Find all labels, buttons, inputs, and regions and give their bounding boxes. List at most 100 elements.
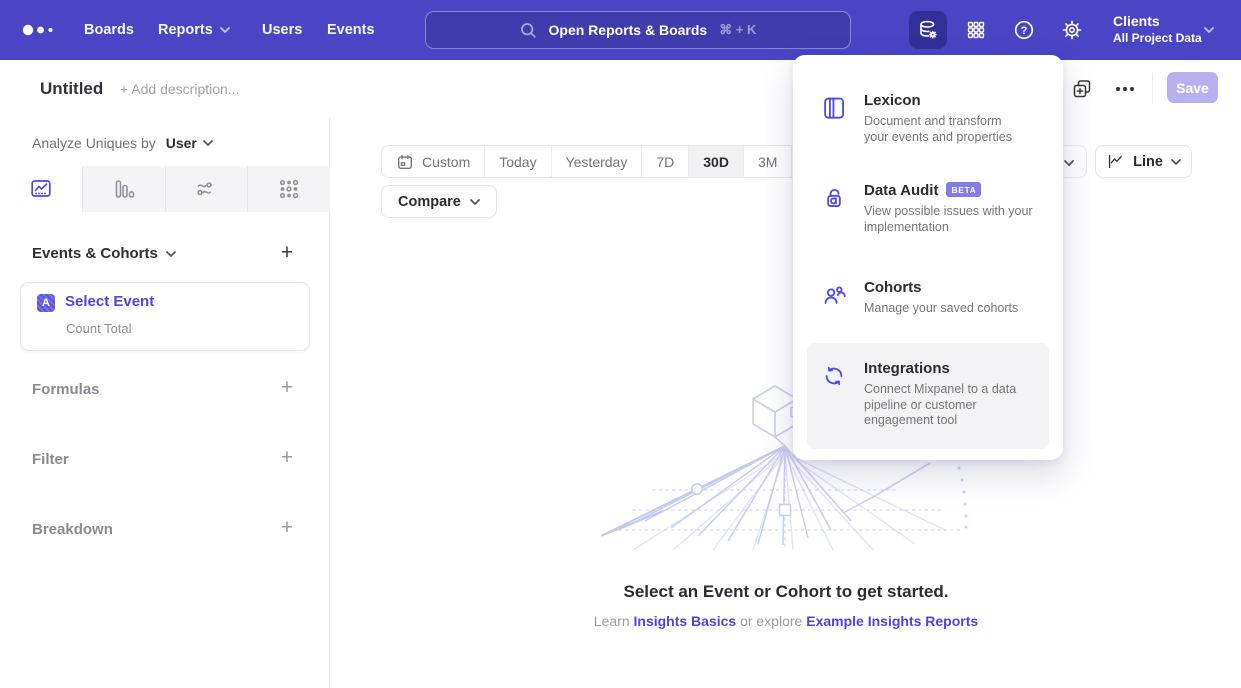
svg-text:?: ?: [1021, 25, 1028, 37]
gear-icon: [1060, 18, 1084, 42]
date-range-custom[interactable]: Custom: [382, 146, 485, 177]
flow-icon: [194, 177, 218, 201]
nav-boards[interactable]: Boards: [84, 0, 134, 60]
lock-audit-icon: [821, 185, 847, 211]
query-builder-sidebar: Analyze Uniques by User: [0, 117, 330, 688]
add-filter-button[interactable]: +: [276, 448, 298, 470]
date-range-yesterday[interactable]: Yesterday: [552, 146, 643, 177]
event-card[interactable]: A Select Event Count Total: [20, 282, 310, 351]
date-range-control: Custom Today Yesterday 7D 30D 3M 6M: [381, 145, 807, 178]
chevron-down-icon: [203, 140, 213, 146]
nav-events-label: Events: [327, 22, 375, 38]
more-options-button[interactable]: [1112, 76, 1138, 102]
mixpanel-logo-icon[interactable]: [21, 22, 55, 38]
grid-icon: [964, 18, 988, 42]
calendar-icon: [396, 153, 414, 171]
filter-label: Filter: [32, 451, 69, 468]
nav-users-label: Users: [262, 22, 302, 38]
event-series-badge: A: [37, 294, 55, 312]
dots-grid-icon: [277, 177, 301, 201]
date-range-label: Today: [499, 154, 536, 170]
add-description-field[interactable]: + Add description...: [120, 81, 239, 97]
apps-grid-button[interactable]: [957, 11, 995, 49]
menu-item-title: Lexicon: [864, 92, 921, 109]
nav-events[interactable]: Events: [327, 0, 375, 60]
date-range-label: Yesterday: [566, 154, 628, 170]
insights-basics-link[interactable]: Insights Basics: [634, 613, 737, 629]
nav-reports[interactable]: Reports: [158, 0, 230, 60]
save-button[interactable]: Save: [1167, 72, 1218, 103]
menu-item-title: Data Audit: [864, 182, 938, 199]
nav-boards-label: Boards: [84, 22, 134, 38]
tab-metric-grid[interactable]: [248, 166, 330, 212]
nav-users[interactable]: Users: [262, 0, 302, 60]
or-explore-text: or explore: [736, 613, 806, 629]
beta-badge: BETA: [946, 182, 981, 197]
nav-reports-label: Reports: [158, 22, 213, 38]
tab-flow-chart[interactable]: [166, 166, 249, 212]
chevron-down-icon: [220, 27, 230, 33]
report-title[interactable]: Untitled: [40, 79, 103, 99]
search-icon: [520, 22, 537, 39]
compare-label: Compare: [398, 194, 461, 210]
example-insights-reports-link[interactable]: Example Insights Reports: [806, 613, 978, 629]
duplicate-button[interactable]: [1069, 76, 1095, 102]
search-placeholder: Open Reports & Boards: [549, 22, 708, 38]
add-breakdown-button[interactable]: +: [276, 518, 298, 540]
sync-icon: [821, 363, 847, 389]
date-range-label: 30D: [703, 154, 729, 170]
learn-prefix: Learn: [594, 613, 634, 629]
copy-plus-icon: [1070, 77, 1094, 101]
help-icon: ?: [1012, 18, 1036, 42]
menu-item-title: Integrations: [864, 360, 950, 377]
date-range-label: 7D: [656, 154, 674, 170]
events-cohorts-section-toggle[interactable]: Events & Cohorts: [32, 245, 176, 262]
menu-item-description: Connect Mixpanel to a data pipeline or c…: [864, 382, 1024, 429]
ellipsis-icon: [1116, 87, 1134, 91]
line-chart-icon: [29, 177, 53, 201]
chevron-down-icon: [1064, 160, 1074, 166]
aggregation-dropdown[interactable]: Count Total: [66, 321, 132, 336]
analyze-entity-dropdown[interactable]: User: [166, 135, 213, 151]
project-name: Clients: [1113, 12, 1202, 30]
analyze-entity-value: User: [166, 135, 197, 151]
chart-style-dropdown[interactable]: Line: [1095, 145, 1192, 178]
global-search-input[interactable]: Open Reports & Boards ⌘ + K: [425, 11, 851, 49]
menu-item-title: Cohorts: [864, 279, 922, 296]
date-range-30d[interactable]: 30D: [689, 146, 744, 177]
help-button[interactable]: ?: [1005, 11, 1043, 49]
menu-item-description: Manage your saved cohorts: [864, 301, 1018, 317]
date-range-label: 3M: [758, 154, 777, 170]
chevron-down-icon: [1204, 27, 1214, 33]
events-cohorts-label: Events & Cohorts: [32, 245, 158, 262]
date-range-7d[interactable]: 7D: [642, 146, 689, 177]
date-range-3m[interactable]: 3M: [744, 146, 792, 177]
settings-button[interactable]: [1053, 11, 1091, 49]
chevron-down-icon: [166, 251, 176, 257]
chart-type-tabbar: [0, 166, 330, 212]
project-scope: All Project Data: [1113, 30, 1202, 47]
project-switcher[interactable]: Clients All Project Data: [1113, 12, 1202, 47]
tab-line-chart[interactable]: [0, 166, 83, 212]
book-icon: [821, 95, 847, 121]
empty-state-links: Learn Insights Basics or explore Example…: [331, 613, 1241, 629]
bar-chart-icon: [112, 177, 136, 201]
header-divider: [1152, 73, 1153, 104]
compare-button[interactable]: Compare: [381, 185, 497, 218]
menu-item-cohorts[interactable]: Cohorts Manage your saved cohorts: [807, 267, 1049, 329]
top-navbar: Boards Reports Users Events Open Reports…: [0, 0, 1241, 60]
date-range-today[interactable]: Today: [485, 146, 551, 177]
formulas-label: Formulas: [32, 381, 100, 398]
data-management-button[interactable]: [909, 11, 947, 49]
menu-item-lexicon[interactable]: Lexicon Document and transform your even…: [807, 80, 1049, 157]
add-formula-button[interactable]: +: [276, 378, 298, 400]
tab-bar-chart[interactable]: [83, 166, 166, 212]
menu-item-description: Document and transform your events and p…: [864, 114, 1016, 145]
menu-item-data-audit[interactable]: Data Audit BETA View possible issues wit…: [807, 170, 1049, 247]
add-event-button[interactable]: +: [276, 243, 298, 265]
data-management-menu: Lexicon Document and transform your even…: [793, 55, 1063, 460]
menu-item-integrations[interactable]: Integrations Connect Mixpanel to a data …: [807, 343, 1049, 449]
empty-state-title: Select an Event or Cohort to get started…: [331, 582, 1241, 602]
select-event-dropdown[interactable]: Select Event: [65, 293, 154, 310]
chevron-down-icon: [1171, 159, 1181, 165]
